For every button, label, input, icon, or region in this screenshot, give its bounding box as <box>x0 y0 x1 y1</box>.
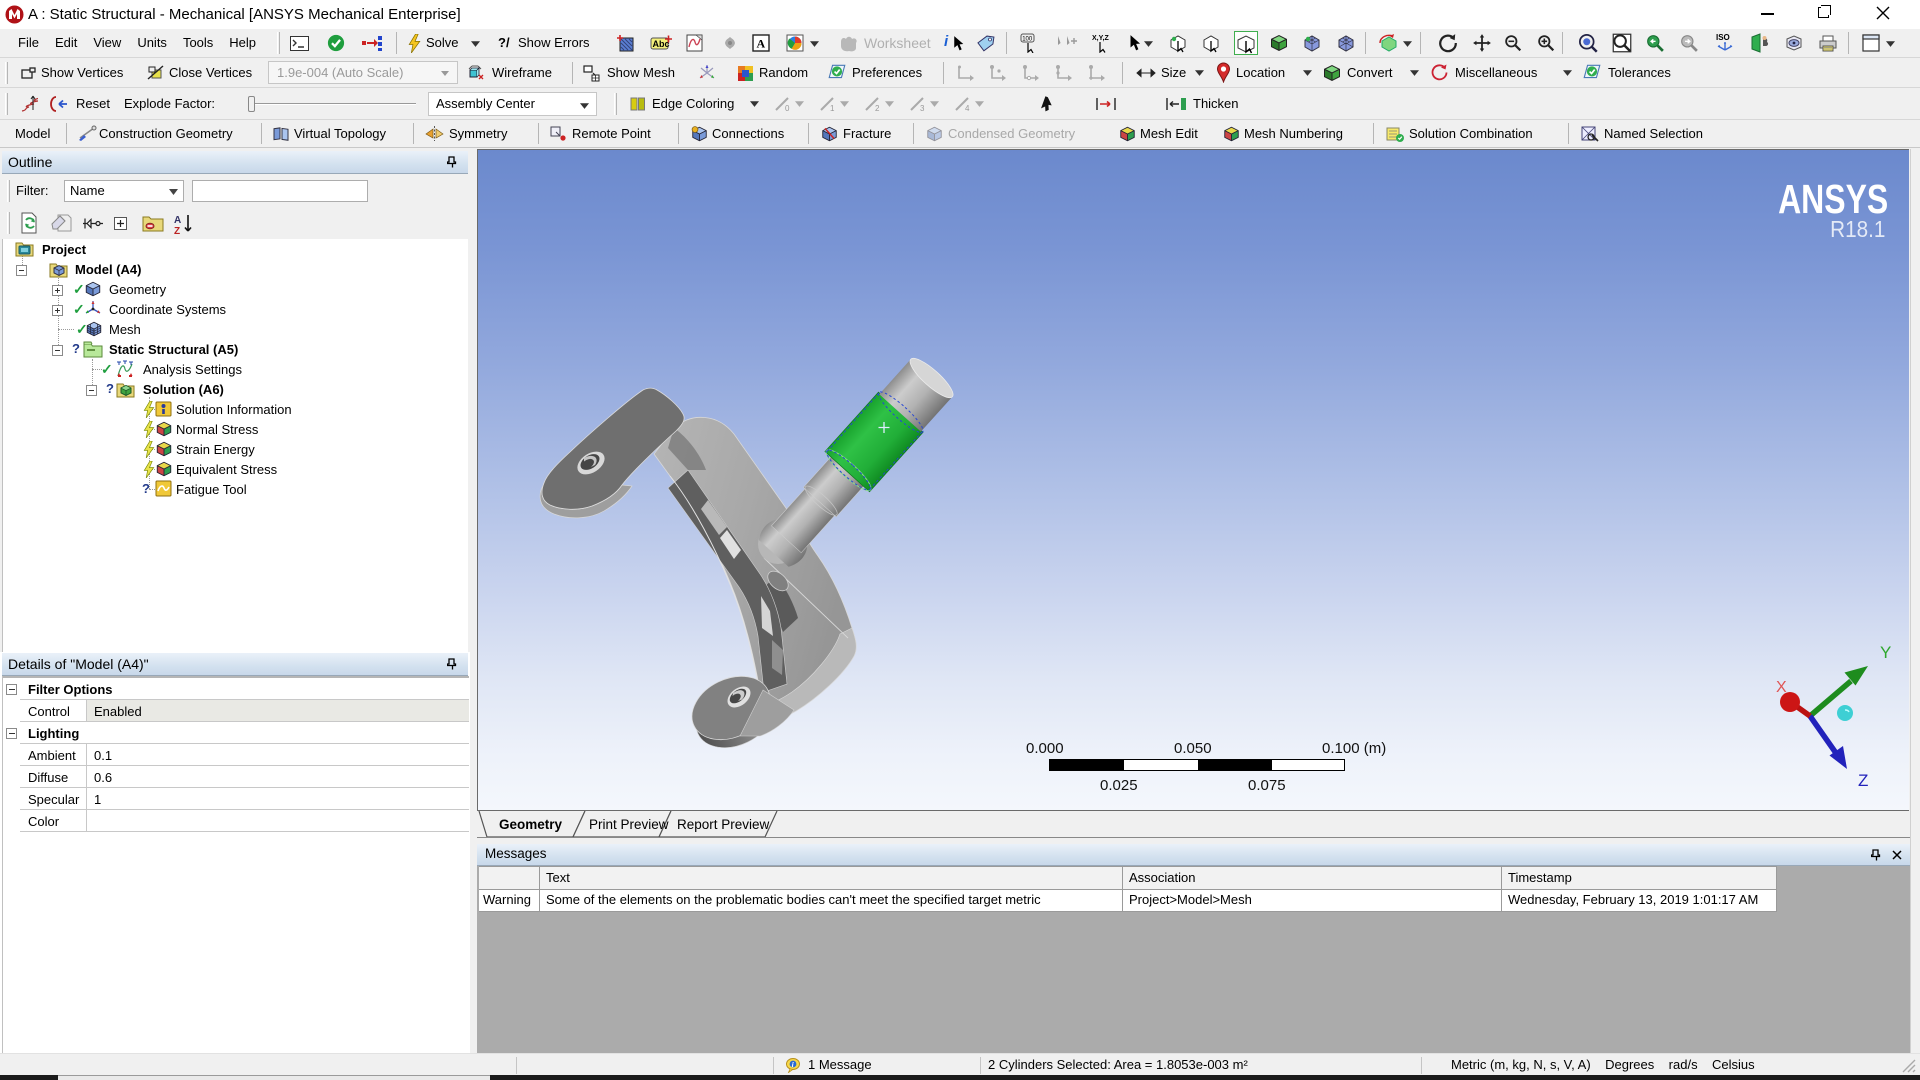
svg-text:Z: Z <box>1858 771 1868 790</box>
svg-text:A: A <box>174 215 181 226</box>
svg-text:X,Y,Z: X,Y,Z <box>1092 35 1109 42</box>
svg-text:2: 2 <box>875 104 880 112</box>
svg-text:Print Preview: Print Preview <box>589 817 669 832</box>
svg-text:1: 1 <box>830 104 835 112</box>
svg-text:Y: Y <box>1880 643 1891 662</box>
svg-text:Abc: Abc <box>653 39 670 49</box>
svg-text:4: 4 <box>965 104 970 112</box>
svg-text:Report Preview: Report Preview <box>677 817 770 832</box>
svg-text:X: X <box>1776 679 1787 696</box>
svg-text:ISO: ISO <box>1716 33 1730 42</box>
svg-text:100: 100 <box>1022 37 1033 43</box>
svg-text:0: 0 <box>785 104 790 112</box>
svg-text:Geometry: Geometry <box>499 817 563 832</box>
svg-text:3: 3 <box>920 104 925 112</box>
svg-text:A: A <box>757 37 766 51</box>
svg-text:Z: Z <box>174 226 180 235</box>
